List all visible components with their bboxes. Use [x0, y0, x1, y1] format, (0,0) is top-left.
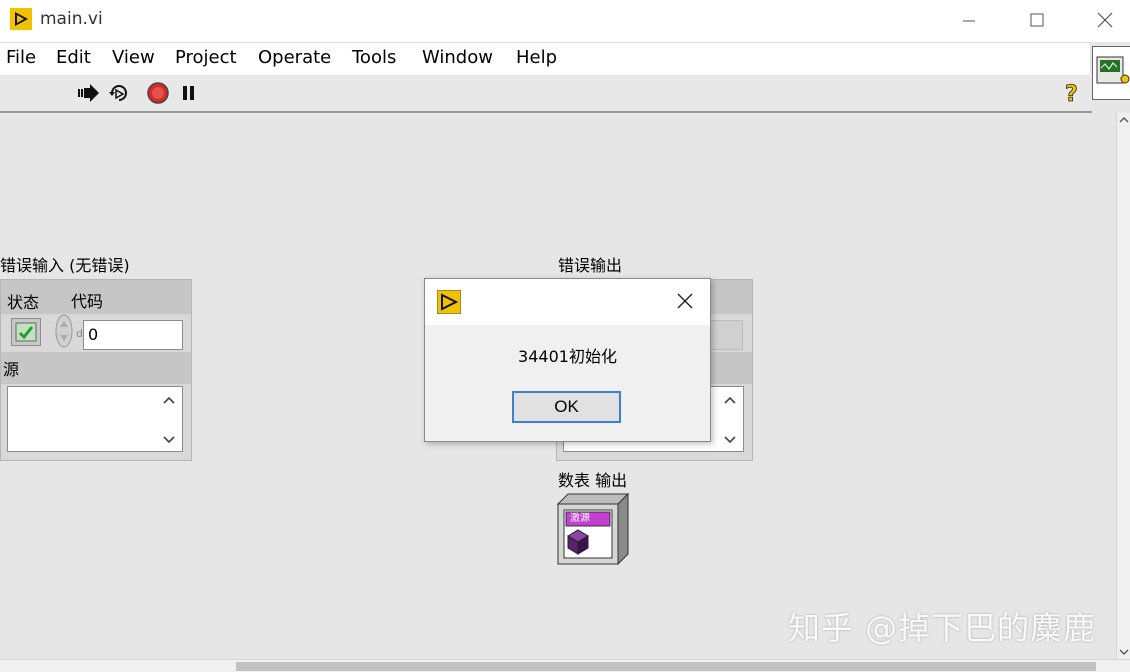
check-icon — [15, 322, 37, 342]
menu-operate[interactable]: Operate — [258, 47, 331, 68]
dialog-message: 34401初始化 — [518, 347, 617, 366]
labview-dialog-icon — [436, 289, 462, 315]
vi-meter-icon — [1096, 56, 1130, 84]
code-label: 代码 — [71, 292, 104, 311]
watermark-text: 知乎 @掉下巴的麋鹿 — [788, 609, 1097, 647]
meter-out-indicator: 激源 — [556, 492, 630, 566]
ok-button[interactable]: OK — [512, 391, 621, 423]
visa-resource-icon — [556, 492, 630, 566]
vertical-scrollbar[interactable] — [1116, 113, 1130, 659]
run-continuously-icon — [109, 85, 127, 101]
run-button[interactable] — [76, 81, 100, 105]
vi-icon[interactable] — [1092, 46, 1130, 100]
menu-view[interactable]: View — [112, 47, 155, 68]
scroll-down-icon — [1119, 649, 1129, 655]
close-icon — [1097, 12, 1113, 28]
labview-app-icon — [10, 8, 32, 30]
dialog-close-button[interactable] — [673, 289, 697, 313]
error-in-mid-band — [1, 352, 191, 384]
maximize-icon — [1030, 13, 1044, 27]
error-out-code-field — [707, 320, 743, 350]
toolbar: ? — [0, 75, 1092, 113]
error-in-label: 错误输入 (无错误) — [0, 256, 130, 275]
status-label: 状态 — [7, 293, 40, 312]
source-label: 源 — [3, 360, 20, 379]
dialog-title-bar — [425, 279, 710, 325]
scroll-up-icon — [1119, 117, 1129, 123]
scroll-up-icon — [163, 396, 175, 404]
code-radix: d — [76, 327, 83, 340]
pause-icon — [183, 86, 194, 100]
horizontal-scroll-thumb[interactable] — [236, 662, 1096, 671]
scroll-down-icon — [724, 436, 736, 444]
meter-icon-text: 激源 — [570, 513, 590, 524]
scroll-up-icon — [724, 396, 736, 404]
error-out-label: 错误输出 — [558, 256, 623, 275]
source-textbox[interactable] — [7, 386, 183, 452]
minimize-icon — [963, 20, 975, 22]
menu-project[interactable]: Project — [175, 47, 237, 68]
error-in-cluster: 状态 代码 d 0 源 — [0, 279, 192, 461]
status-checkbox[interactable] — [11, 318, 41, 346]
menu-tools[interactable]: Tools — [352, 47, 396, 68]
message-dialog: 34401初始化 OK — [424, 278, 711, 442]
abort-icon — [147, 82, 169, 104]
menu-bar: File Edit View Project Operate Tools Win… — [0, 42, 1090, 75]
meter-out-label: 数表 输出 — [558, 471, 628, 490]
minimize-button[interactable] — [940, 0, 998, 40]
run-continuously-button[interactable] — [107, 81, 131, 105]
code-field[interactable]: 0 — [83, 320, 183, 350]
menu-help[interactable]: Help — [516, 47, 557, 68]
window-title: main.vi — [40, 9, 103, 29]
close-icon — [677, 293, 693, 309]
run-arrow-icon — [78, 84, 99, 102]
scroll-down-icon — [163, 436, 175, 444]
menu-edit[interactable]: Edit — [56, 47, 91, 68]
abort-button[interactable] — [146, 81, 170, 105]
code-increment-decrement[interactable] — [55, 314, 73, 348]
context-help-button[interactable]: ? — [1060, 81, 1084, 105]
svg-text:?: ? — [1065, 82, 1078, 105]
menu-window[interactable]: Window — [422, 47, 493, 68]
spinner-arrows-icon — [55, 314, 73, 348]
pause-button[interactable] — [177, 81, 201, 105]
menu-file[interactable]: File — [6, 47, 36, 68]
maximize-button[interactable] — [1008, 0, 1066, 40]
close-window-button[interactable] — [1076, 0, 1130, 40]
context-help-icon: ? — [1065, 82, 1079, 105]
